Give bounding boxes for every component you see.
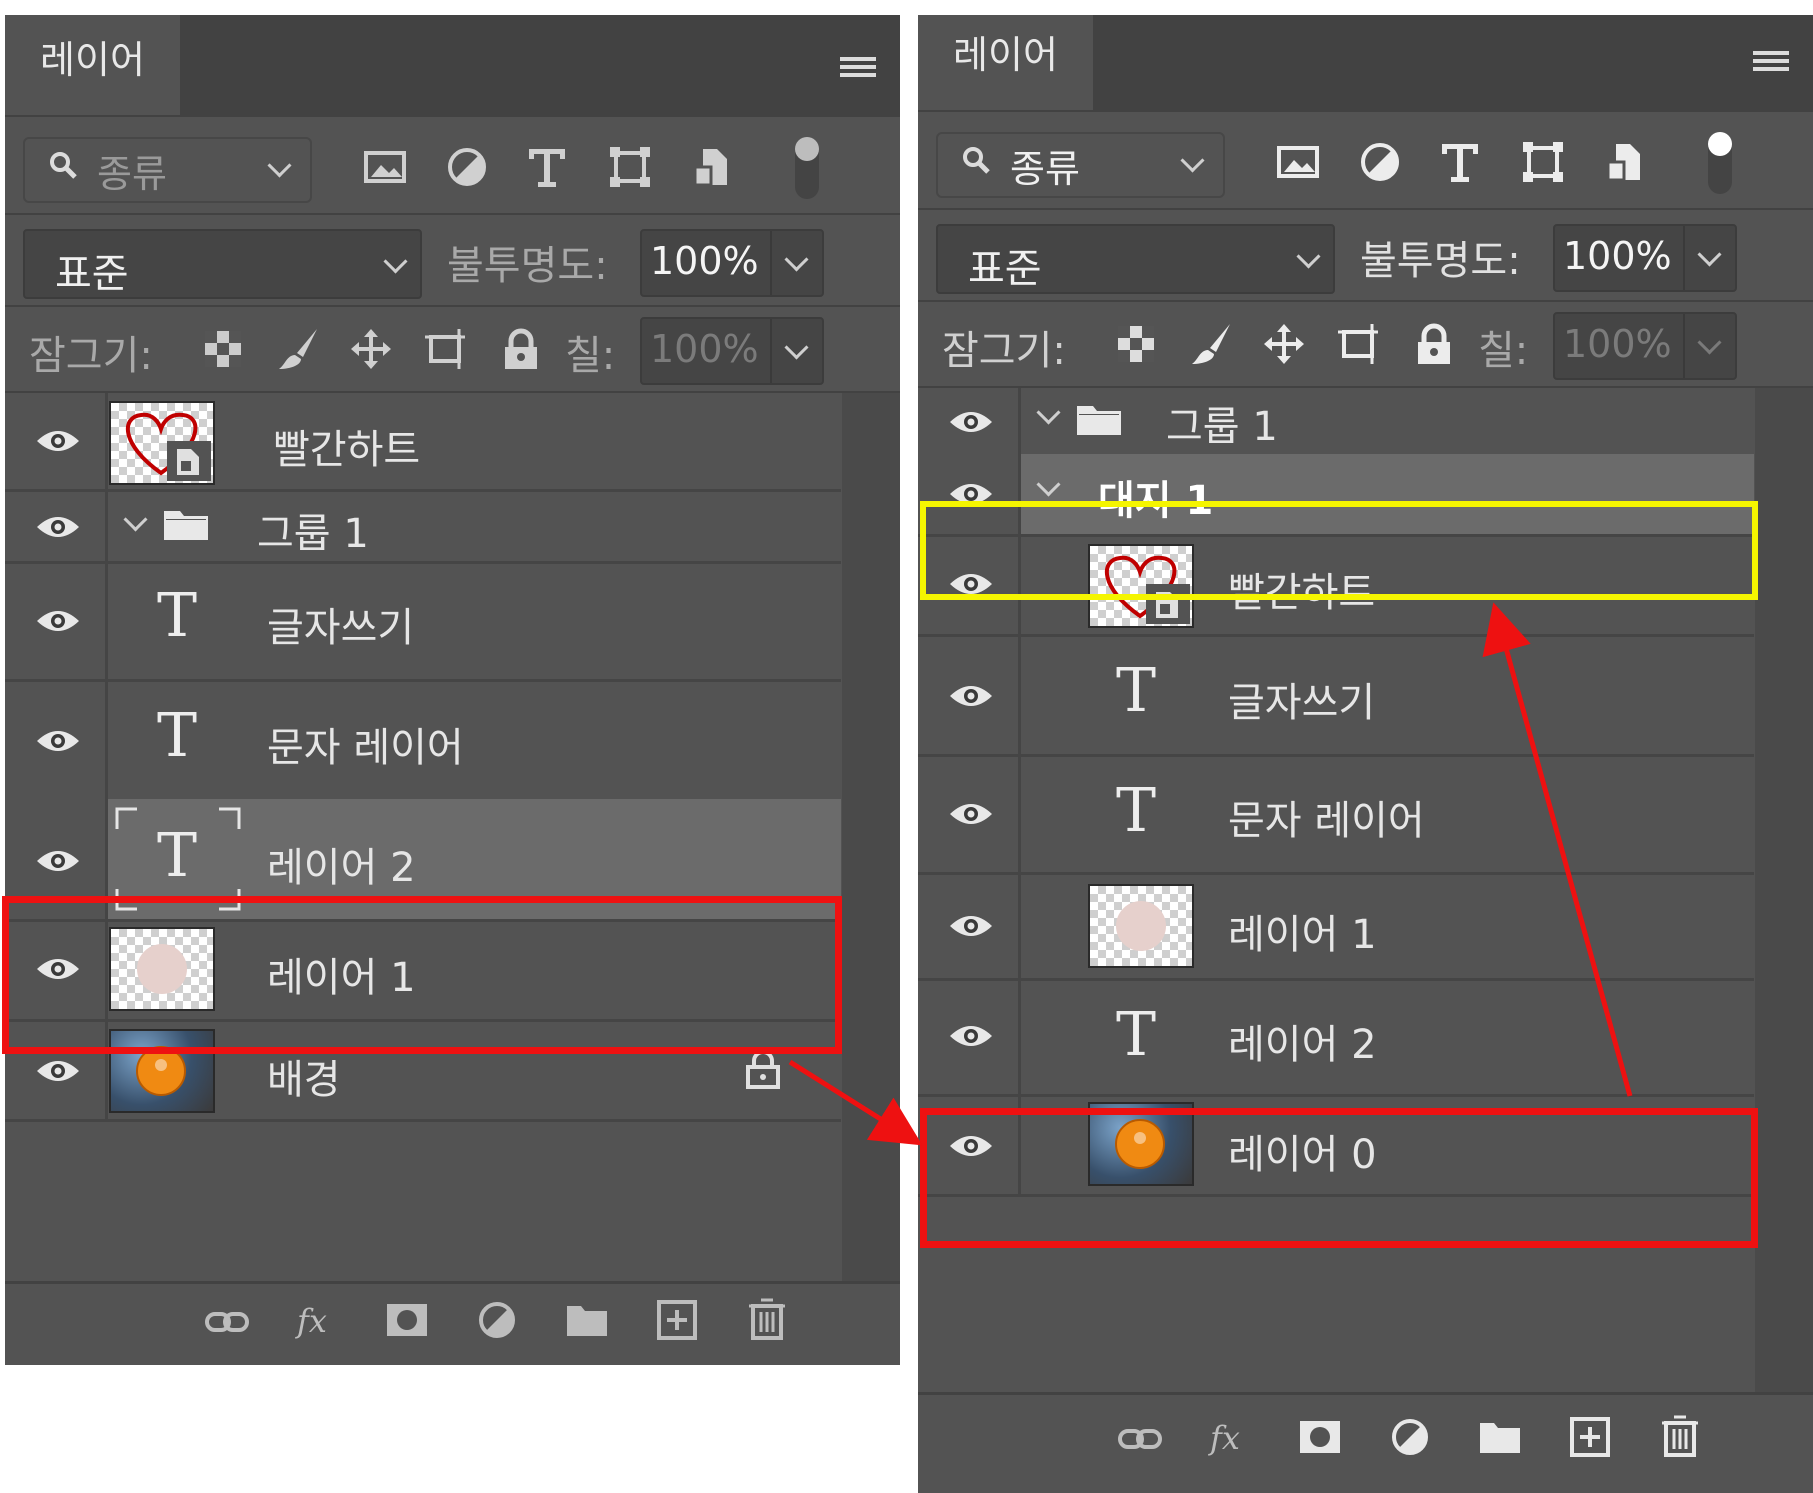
arrow-up-to-artboard — [1482, 602, 1633, 1097]
annotation-arrows — [788, 602, 1633, 1146]
arrow-left-to-right — [788, 1059, 923, 1146]
